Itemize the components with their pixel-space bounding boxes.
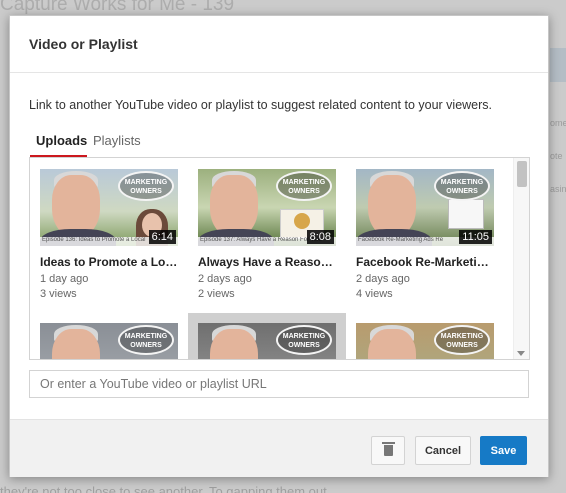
video-thumbnail: MARKETING OWNERS Facebook Re-Marketing A… (356, 169, 494, 246)
dialog-title: Video or Playlist (29, 36, 138, 52)
video-thumbnail: MARKETING OWNERS Episode 137: Always Hav… (198, 169, 336, 246)
video-item[interactable]: MARKETING OWNERS Episode 137: Always Hav… (198, 169, 336, 300)
video-age: 2 days ago (356, 273, 410, 285)
video-item[interactable]: MARKETING OWNERS Episode 136: Ideas to P… (40, 169, 178, 300)
video-grid[interactable]: MARKETING OWNERS Episode 136: Ideas to P… (29, 157, 530, 360)
trash-icon (382, 442, 395, 444)
video-thumbnail: MARKETING OWNERS (198, 323, 336, 359)
video-thumbnail: MARKETING OWNERS Episode 136: Ideas to P… (40, 169, 178, 246)
cancel-button[interactable]: Cancel (415, 436, 471, 465)
video-item[interactable]: MARKETING OWNERS (356, 323, 494, 359)
video-thumbnail: MARKETING OWNERS (40, 323, 178, 359)
video-item[interactable]: MARKETING OWNERS (40, 323, 178, 359)
tab-uploads[interactable]: Uploads (36, 133, 87, 148)
dialog-description: Link to another YouTube video or playlis… (29, 98, 493, 112)
channel-logo: MARKETING OWNERS (276, 171, 332, 201)
video-views: 4 views (356, 288, 393, 300)
grid-scrollbar[interactable] (513, 158, 529, 359)
save-button[interactable]: Save (480, 436, 527, 465)
channel-logo: MARKETING OWNERS (434, 171, 490, 201)
video-duration: 11:05 (459, 230, 492, 244)
video-views: 2 views (198, 288, 235, 300)
dialog-header: Video or Playlist (10, 16, 548, 73)
delete-button[interactable] (371, 436, 405, 465)
tab-playlists[interactable]: Playlists (93, 133, 141, 148)
video-url-input[interactable] (29, 370, 529, 398)
video-title: Ideas to Promote a Loc... (40, 255, 178, 269)
video-age: 2 days ago (198, 273, 252, 285)
channel-logo: MARKETING OWNERS (118, 325, 174, 355)
video-duration: 6:14 (148, 230, 176, 244)
video-item[interactable]: MARKETING OWNERS Facebook Re-Marketing A… (356, 169, 494, 300)
video-age: 1 day ago (40, 273, 89, 285)
channel-logo: MARKETING OWNERS (434, 325, 490, 355)
video-title: Facebook Re-Marketin... (356, 255, 494, 269)
video-playlist-dialog: Video or Playlist Link to another YouTub… (9, 15, 549, 477)
dialog-footer: Cancel Save (10, 419, 548, 477)
channel-logo: MARKETING OWNERS (276, 325, 332, 355)
video-title: Always Have a Reason ... (198, 255, 336, 269)
trash-icon (384, 445, 393, 456)
scroll-down-arrow-icon[interactable] (517, 351, 525, 356)
scrollbar-thumb[interactable] (517, 161, 527, 187)
video-item[interactable]: MARKETING OWNERS (198, 323, 336, 359)
video-thumbnail: MARKETING OWNERS (356, 323, 494, 359)
video-views: 3 views (40, 288, 77, 300)
tab-bar: Uploads Playlists (30, 126, 530, 158)
channel-logo: MARKETING OWNERS (118, 171, 174, 201)
video-duration: 8:08 (306, 230, 334, 244)
